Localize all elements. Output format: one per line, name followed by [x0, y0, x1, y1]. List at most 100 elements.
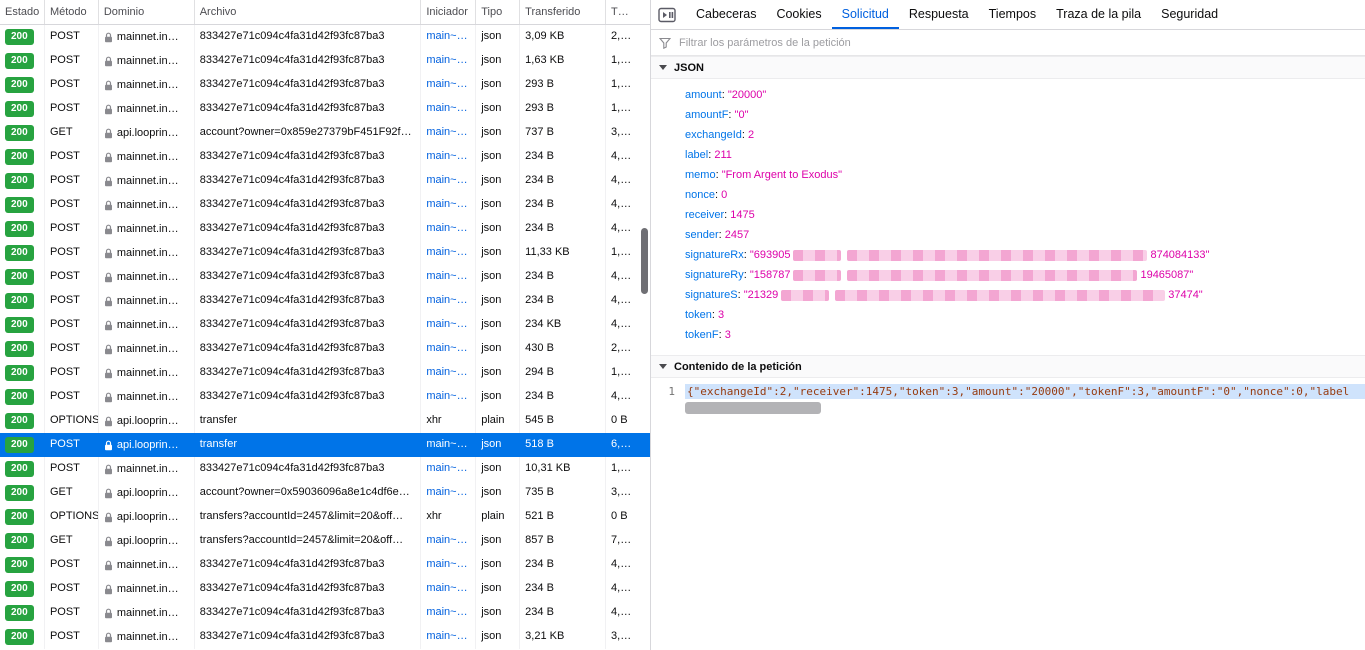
table-row[interactable]: 200 GET api.looprin… account?owner=0x590… — [0, 481, 650, 505]
table-row[interactable]: 200 POST mainnet.in… 833427e71c094c4fa31… — [0, 25, 650, 49]
initiator-link[interactable]: main~… — [421, 265, 477, 289]
payload-section-header[interactable]: Contenido de la petición — [651, 355, 1365, 378]
tab-solicitud[interactable]: Solicitud — [831, 0, 899, 29]
table-row[interactable]: 200 POST mainnet.in… 833427e71c094c4fa31… — [0, 625, 650, 649]
table-row[interactable]: 200 POST mainnet.in… 833427e71c094c4fa31… — [0, 217, 650, 241]
column-header-file[interactable]: Archivo — [195, 0, 422, 24]
table-row[interactable]: 200 POST mainnet.in… 833427e71c094c4fa31… — [0, 313, 650, 337]
method-cell: POST — [45, 217, 99, 241]
table-row[interactable]: 200 GET api.looprin… account?owner=0x859… — [0, 121, 650, 145]
initiator-link[interactable]: main~… — [421, 529, 477, 553]
property-value: "0" — [734, 109, 749, 121]
table-row[interactable]: 200 POST mainnet.in… 833427e71c094c4fa31… — [0, 553, 650, 577]
json-section-header[interactable]: JSON — [651, 56, 1365, 79]
domain-cell: mainnet.in… — [99, 169, 195, 193]
initiator-link[interactable]: main~… — [421, 433, 476, 457]
initiator-link[interactable]: main~… — [421, 601, 477, 625]
table-row[interactable]: 200 POST mainnet.in… 833427e71c094c4fa31… — [0, 289, 650, 313]
transferred-cell: 735 B — [520, 481, 607, 505]
table-row[interactable]: 200 POST mainnet.in… 833427e71c094c4fa31… — [0, 169, 650, 193]
status-cell: 200 — [0, 625, 45, 649]
table-row[interactable]: 200 GET api.looprin… transfers?accountId… — [0, 529, 650, 553]
initiator-link[interactable]: main~… — [421, 457, 477, 481]
table-row[interactable]: 200 POST mainnet.in… 833427e71c094c4fa31… — [0, 337, 650, 361]
table-row[interactable]: 200 POST mainnet.in… 833427e71c094c4fa31… — [0, 49, 650, 73]
json-property: receiver: 1475 — [685, 209, 755, 221]
tab-cabeceras[interactable]: Cabeceras — [686, 0, 766, 29]
tab-cookies[interactable]: Cookies — [766, 0, 831, 29]
size-cell: 1,… — [611, 462, 632, 474]
domain-cell: mainnet.in… — [99, 73, 195, 97]
initiator-link[interactable]: main~… — [421, 73, 477, 97]
property-key: receiver — [685, 209, 725, 221]
table-row[interactable]: 200 POST mainnet.in… 833427e71c094c4fa31… — [0, 577, 650, 601]
status-cell: 200 — [0, 289, 45, 313]
initiator-link[interactable]: xhr — [421, 505, 477, 529]
table-row[interactable]: 200 POST api.looprin… transfer main~… js… — [0, 433, 650, 457]
initiator-link[interactable]: main~… — [421, 217, 477, 241]
size-cell: 4,… — [611, 558, 632, 570]
initiator-link[interactable]: main~… — [421, 169, 477, 193]
property-value: "21329 37474" — [743, 289, 1203, 301]
column-header-size[interactable]: T… — [606, 0, 650, 24]
property-key: signatureRy — [685, 269, 744, 281]
status-badge: 200 — [5, 533, 34, 549]
table-row[interactable]: 200 POST mainnet.in… 833427e71c094c4fa31… — [0, 241, 650, 265]
table-row[interactable]: 200 OPTIONS api.looprin… transfer xhr pl… — [0, 409, 650, 433]
table-row[interactable]: 200 POST mainnet.in… 833427e71c094c4fa31… — [0, 265, 650, 289]
initiator-link[interactable]: main~… — [421, 625, 477, 649]
domain-cell: mainnet.in… — [99, 457, 195, 481]
property-value: "693905 874084133" — [749, 249, 1210, 261]
initiator-link[interactable]: main~… — [421, 481, 477, 505]
table-row[interactable]: 200 OPTIONS api.looprin… transfers?accou… — [0, 505, 650, 529]
column-header-transferred[interactable]: Transferido — [520, 0, 607, 24]
table-row[interactable]: 200 POST mainnet.in… 833427e71c094c4fa31… — [0, 193, 650, 217]
domain-text: mainnet.in… — [116, 606, 179, 619]
initiator-link[interactable]: main~… — [421, 577, 477, 601]
initiator-link[interactable]: main~… — [421, 385, 477, 409]
table-row[interactable]: 200 POST mainnet.in… 833427e71c094c4fa31… — [0, 361, 650, 385]
filter-input[interactable] — [677, 35, 1357, 50]
status-cell: 200 — [0, 217, 45, 241]
lock-icon — [104, 536, 113, 547]
initiator-link[interactable]: main~… — [421, 193, 477, 217]
initiator-link[interactable]: main~… — [421, 337, 477, 361]
column-header-type[interactable]: Tipo — [476, 0, 521, 24]
initiator-link[interactable]: main~… — [421, 121, 477, 145]
initiator-link[interactable]: main~… — [421, 553, 477, 577]
column-header-initiator[interactable]: Iniciador — [421, 0, 477, 24]
status-cell: 200 — [0, 97, 45, 121]
table-row[interactable]: 200 POST mainnet.in… 833427e71c094c4fa31… — [0, 601, 650, 625]
column-header-status[interactable]: Estado — [0, 0, 45, 24]
initiator-link[interactable]: main~… — [421, 313, 477, 337]
tab-seguridad[interactable]: Seguridad — [1151, 0, 1228, 29]
type-cell: json — [476, 385, 521, 409]
initiator-link[interactable]: main~… — [421, 289, 477, 313]
initiator-link[interactable]: main~… — [421, 361, 477, 385]
domain-cell: mainnet.in… — [99, 625, 195, 649]
initiator-link[interactable]: main~… — [421, 145, 477, 169]
initiator-link[interactable]: main~… — [421, 49, 477, 73]
initiator-link[interactable]: xhr — [421, 409, 477, 433]
transferred-cell: 234 B — [520, 385, 607, 409]
table-row[interactable]: 200 POST mainnet.in… 833427e71c094c4fa31… — [0, 385, 650, 409]
tab-tiempos[interactable]: Tiempos — [979, 0, 1046, 29]
status-badge: 200 — [5, 389, 34, 405]
table-row[interactable]: 200 POST mainnet.in… 833427e71c094c4fa31… — [0, 97, 650, 121]
tab-traza-de-la-pila[interactable]: Traza de la pila — [1046, 0, 1151, 29]
column-header-method[interactable]: Método — [45, 0, 99, 24]
column-header-domain[interactable]: Dominio — [99, 0, 195, 24]
table-row[interactable]: 200 POST mainnet.in… 833427e71c094c4fa31… — [0, 457, 650, 481]
table-row[interactable]: 200 POST mainnet.in… 833427e71c094c4fa31… — [0, 145, 650, 169]
initiator-link[interactable]: main~… — [421, 241, 477, 265]
file-cell: account?owner=0x859e27379bF451F92f… — [195, 121, 422, 145]
initiator-link[interactable]: main~… — [421, 97, 477, 121]
initiator-link[interactable]: main~… — [421, 25, 477, 49]
vertical-scrollbar[interactable] — [641, 228, 648, 294]
table-row[interactable]: 200 POST mainnet.in… 833427e71c094c4fa31… — [0, 73, 650, 97]
payload-code[interactable]: 1 {"exchangeId":2,"receiver":1475,"token… — [651, 378, 1365, 650]
play-pause-icon[interactable] — [658, 7, 676, 23]
property-value: 2457 — [724, 229, 750, 241]
tab-respuesta[interactable]: Respuesta — [899, 0, 979, 29]
transferred-cell: 234 B — [520, 577, 607, 601]
